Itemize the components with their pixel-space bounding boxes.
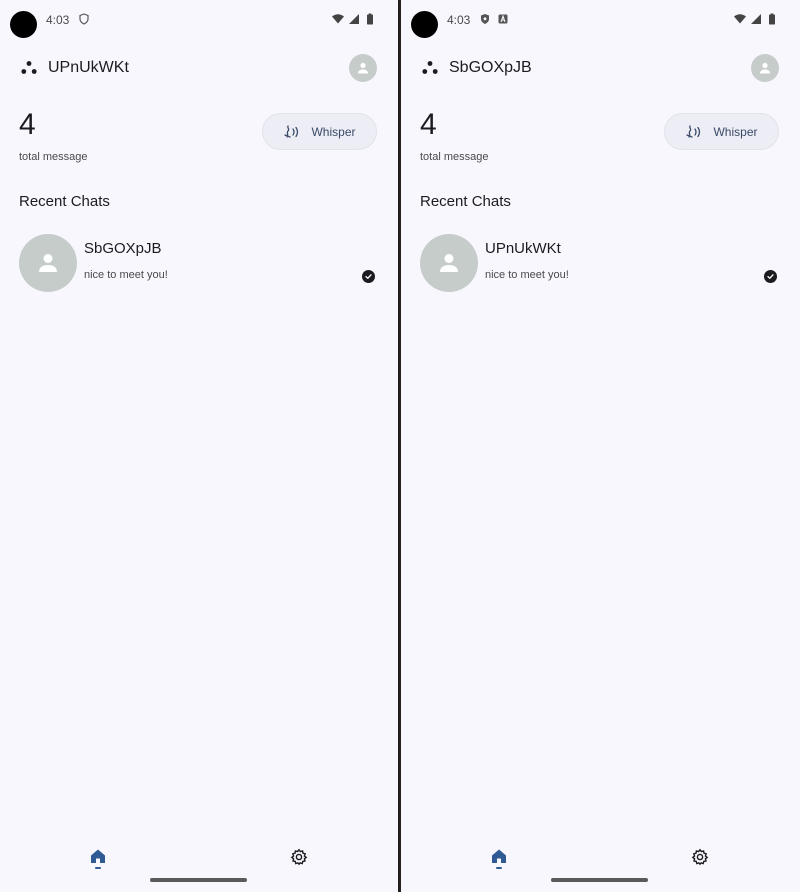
total-message-label: total message	[19, 151, 88, 163]
active-tab-indicator	[95, 867, 101, 869]
status-bar: 4:03	[401, 0, 800, 40]
profile-avatar-button[interactable]	[349, 54, 377, 82]
chat-last-message: nice to meet you!	[485, 269, 569, 281]
total-message-count: 4	[420, 108, 437, 141]
wifi-icon	[734, 14, 746, 24]
status-bar: 4:03	[0, 0, 398, 40]
status-time: 4:03	[447, 13, 471, 27]
nav-settings-tab[interactable]	[287, 848, 311, 872]
home-icon	[91, 849, 105, 863]
chat-name: SbGOXpJB	[84, 240, 162, 257]
whisper-icon	[686, 124, 701, 138]
app-bar: UPnUkWKt	[0, 52, 398, 84]
app-logo-icon	[21, 61, 37, 74]
shield-filled-icon	[481, 14, 489, 24]
whisper-icon	[284, 124, 299, 138]
gesture-handle[interactable]	[551, 878, 648, 882]
app-title: UPnUkWKt	[48, 59, 129, 76]
signal-icon	[751, 14, 761, 24]
whisper-button[interactable]: Whisper	[664, 113, 779, 150]
app-title: SbGOXpJB	[449, 59, 532, 76]
read-check-icon	[362, 270, 375, 283]
read-check-icon	[764, 270, 777, 283]
settings-icon	[691, 848, 709, 866]
status-time: 4:03	[46, 13, 70, 27]
total-message-count: 4	[19, 108, 36, 141]
recent-chats-heading: Recent Chats	[19, 193, 110, 210]
bottom-navigation	[401, 840, 800, 880]
wifi-icon	[332, 14, 344, 24]
whisper-button[interactable]: Whisper	[262, 113, 377, 150]
status-icons-left	[78, 13, 90, 25]
chat-list-item[interactable]: UPnUkWKt nice to meet you!	[401, 230, 800, 296]
total-message-label: total message	[420, 151, 489, 163]
battery-icon	[367, 13, 373, 25]
battery-icon	[769, 13, 775, 25]
recent-chats-heading: Recent Chats	[420, 193, 511, 210]
signal-icon	[349, 14, 359, 24]
camera-cutout	[411, 11, 438, 38]
a-badge-icon	[498, 14, 508, 24]
person-icon	[760, 62, 770, 74]
home-icon	[492, 849, 506, 863]
active-tab-indicator	[496, 867, 502, 869]
app-logo-icon	[422, 61, 438, 74]
app-bar: SbGOXpJB	[401, 52, 800, 84]
whisper-label: Whisper	[311, 124, 356, 139]
camera-cutout	[10, 11, 37, 38]
profile-avatar-button[interactable]	[751, 54, 779, 82]
gesture-handle[interactable]	[150, 878, 247, 882]
chat-list-item[interactable]: SbGOXpJB nice to meet you!	[0, 230, 398, 296]
nav-settings-tab[interactable]	[688, 848, 712, 872]
status-icons-left	[479, 13, 509, 25]
bottom-navigation	[0, 840, 398, 880]
device-pane-right: 4:03 SbGOXpJB 4 total message Whisper Re…	[401, 0, 800, 892]
nav-home-tab[interactable]	[487, 848, 511, 876]
chat-avatar	[420, 234, 478, 292]
chat-last-message: nice to meet you!	[84, 269, 168, 281]
chat-name: UPnUkWKt	[485, 240, 561, 257]
status-icons-right	[332, 13, 376, 25]
chat-avatar	[19, 234, 77, 292]
whisper-label: Whisper	[713, 124, 758, 139]
nav-home-tab[interactable]	[86, 848, 110, 876]
device-pane-left: 4:03 UPnUkWKt 4 total message Whisper Re…	[0, 0, 399, 892]
shield-icon	[79, 13, 89, 25]
person-icon	[39, 254, 57, 272]
settings-icon	[290, 848, 308, 866]
person-icon	[440, 254, 458, 272]
person-icon	[358, 62, 368, 74]
status-icons-right	[734, 13, 778, 25]
